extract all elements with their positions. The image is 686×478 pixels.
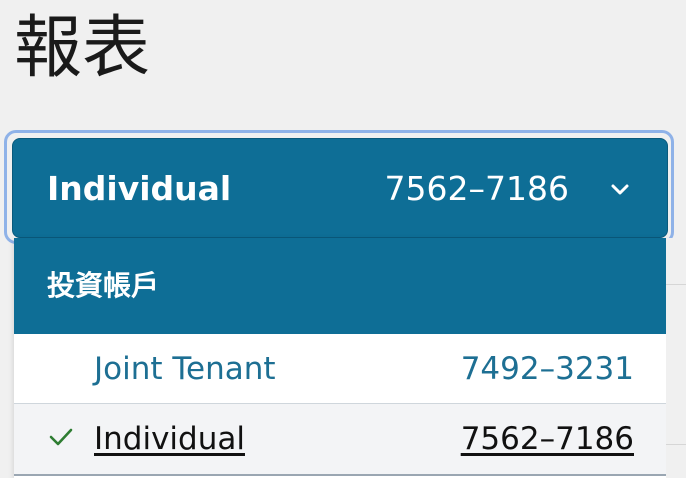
option-number: 7492–3231 xyxy=(460,351,634,387)
option-label: Individual xyxy=(94,421,245,457)
option-number: 7562–7186 xyxy=(460,421,634,457)
option-label: Joint Tenant xyxy=(94,351,276,387)
page-title: 報表 xyxy=(14,9,151,88)
divider xyxy=(666,284,686,285)
divider xyxy=(666,444,686,445)
account-option-joint-tenant[interactable]: Joint Tenant 7492–3231 xyxy=(14,334,666,404)
selected-account-label: Individual xyxy=(47,169,232,208)
background-panel-edge xyxy=(666,238,686,478)
account-dropdown: 投資帳戶 Joint Tenant 7492–3231 Individual 7… xyxy=(14,238,666,478)
dropdown-header: 投資帳戶 xyxy=(14,238,666,334)
account-selector-button[interactable]: Individual 7562–7186 xyxy=(12,138,668,238)
page: 報表 Individual 7562–7186 投資帳戶 Joint Tenan… xyxy=(0,0,686,478)
selected-account-number: 7562–7186 xyxy=(384,169,569,208)
dropdown-header-label: 投資帳戶 xyxy=(47,269,160,302)
checkmark-icon xyxy=(48,426,74,448)
account-option-individual[interactable]: Individual 7562–7186 xyxy=(14,404,666,476)
chevron-down-icon[interactable] xyxy=(609,179,631,201)
